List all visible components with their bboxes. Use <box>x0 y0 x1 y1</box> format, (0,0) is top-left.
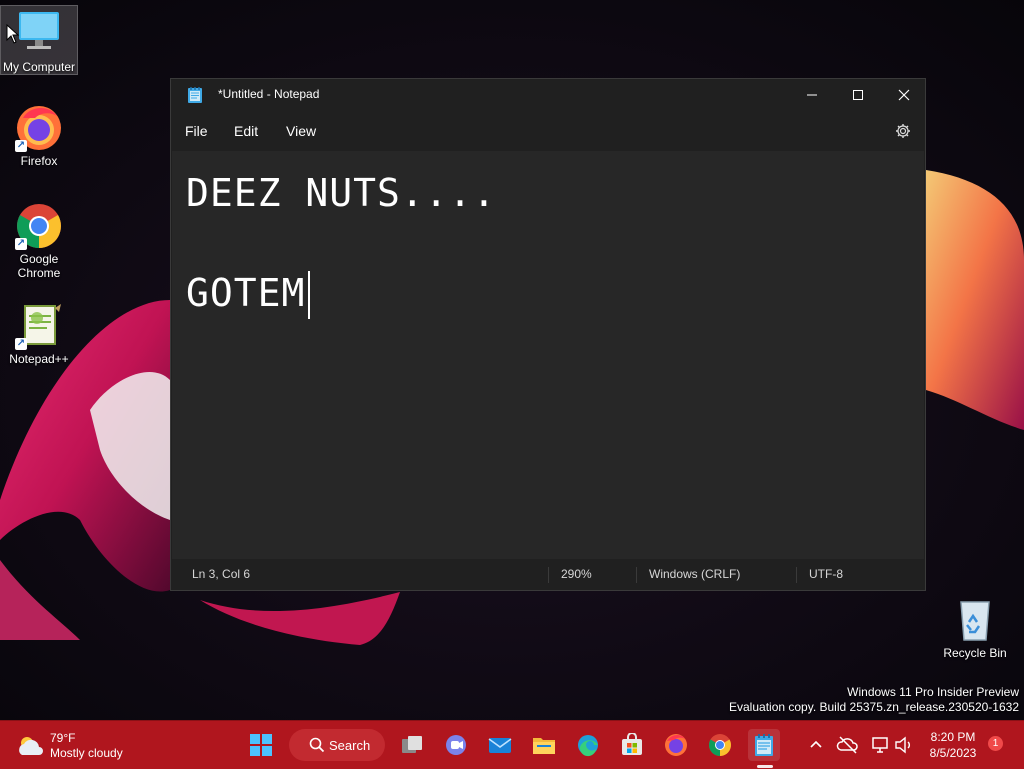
taskbar-task-view[interactable] <box>396 729 428 761</box>
recycle-bin-icon <box>951 596 999 644</box>
text-caret <box>308 271 310 319</box>
shortcut-arrow-icon: ↗ <box>15 338 27 350</box>
desktop-icon-label: Google Chrome <box>17 252 61 280</box>
notification-badge[interactable]: 1 <box>988 736 1003 751</box>
status-zoom: 290% <box>561 567 592 581</box>
taskbar-store[interactable] <box>616 729 648 761</box>
search-label: Search <box>329 738 371 753</box>
status-divider <box>796 567 797 583</box>
clock-date: 8/5/2023 <box>929 746 977 760</box>
teams-chat-icon <box>446 735 466 755</box>
menu-view[interactable]: View <box>280 115 322 147</box>
desktop-icon-google-chrome[interactable]: ↗ Google Chrome <box>1 202 77 280</box>
onedrive-offline-icon <box>836 736 858 754</box>
taskbar-edge[interactable] <box>572 729 604 761</box>
desktop-icon-firefox[interactable]: ↗ Firefox <box>1 104 77 168</box>
menu-edit[interactable]: Edit <box>228 115 264 147</box>
search-icon <box>309 737 325 753</box>
tray-overflow-chevron[interactable] <box>804 733 828 757</box>
store-icon <box>622 733 642 755</box>
watermark-line-1: Windows 11 Pro Insider Preview <box>847 685 1019 699</box>
desktop-icon-label: Recycle Bin <box>943 646 1007 660</box>
cloud-sun-icon <box>19 737 43 755</box>
weather-temp: 79°F <box>50 731 76 745</box>
status-divider <box>636 567 637 583</box>
editor-line-3: GOTEM <box>186 271 306 315</box>
taskbar-file-explorer[interactable] <box>528 729 560 761</box>
shortcut-arrow-icon: ↗ <box>15 238 27 250</box>
weather-condition: Mostly cloudy <box>50 746 123 760</box>
tray-network[interactable] <box>868 733 892 757</box>
edge-icon <box>578 735 598 757</box>
taskbar-mail[interactable] <box>484 729 516 761</box>
minimize-icon <box>807 94 817 96</box>
tray-onedrive[interactable] <box>836 733 860 757</box>
desktop-icon-label: Firefox <box>20 154 58 168</box>
maximize-icon <box>853 90 863 100</box>
maximize-button[interactable] <box>835 79 881 111</box>
taskbar-notepad[interactable] <box>748 729 780 761</box>
text-editor[interactable]: DEEZ NUTS.... GOTEM <box>172 151 924 559</box>
shortcut-arrow-icon: ↗ <box>15 140 27 152</box>
title-bar[interactable]: *Untitled - Notepad <box>171 79 925 111</box>
taskbar-chrome[interactable] <box>704 729 736 761</box>
watermark-line-2: Evaluation copy. Build 25375.zn_release.… <box>729 700 1019 714</box>
chevron-up-icon <box>810 740 822 748</box>
minimize-button[interactable] <box>789 79 835 111</box>
status-line-ending: Windows (CRLF) <box>649 567 741 581</box>
chrome-icon: ↗ <box>15 202 63 250</box>
monitor-icon <box>15 10 63 58</box>
desktop-icon-label: Notepad++ <box>9 352 69 366</box>
taskbar-clock[interactable]: 8:20 PM 8/5/2023 <box>916 729 990 761</box>
status-bar: Ln 3, Col 6 290% Windows (CRLF) UTF-8 <box>172 559 924 590</box>
notepadpp-icon: ↗ <box>15 302 63 350</box>
firefox-icon: ↗ <box>15 104 63 152</box>
desktop-icon-label: My Computer <box>2 60 76 74</box>
notepad-icon <box>188 87 202 103</box>
notepad-window[interactable]: *Untitled - Notepad File Edit View DEEZ … <box>170 78 926 591</box>
taskbar-search[interactable]: Search <box>289 729 385 761</box>
volume-icon <box>895 736 910 754</box>
windows-watermark: Windows 11 Pro Insider Preview Evaluatio… <box>729 685 1019 715</box>
network-icon <box>872 737 888 753</box>
window-title: *Untitled - Notepad <box>218 87 320 101</box>
taskbar-teams-chat[interactable] <box>440 729 472 761</box>
firefox-icon <box>665 734 687 756</box>
notepad-icon <box>755 734 773 756</box>
status-position: Ln 3, Col 6 <box>192 567 251 581</box>
editor-line-1: DEEZ NUTS.... <box>186 171 497 215</box>
taskbar-firefox[interactable] <box>660 729 692 761</box>
close-icon <box>898 89 910 101</box>
start-button[interactable] <box>245 729 277 761</box>
weather-widget[interactable]: 79°F Mostly cloudy <box>16 729 166 761</box>
tray-volume[interactable] <box>892 733 916 757</box>
settings-gear-icon[interactable] <box>895 123 911 139</box>
clock-time: 8:20 PM <box>930 730 976 744</box>
mail-icon <box>488 738 512 753</box>
status-encoding: UTF-8 <box>809 567 843 581</box>
task-view-icon <box>402 736 422 753</box>
status-divider <box>548 567 549 583</box>
desktop-icon-notepadpp[interactable]: ↗ Notepad++ <box>1 302 77 366</box>
windows-start-icon <box>250 734 272 756</box>
taskbar: 79°F Mostly cloudy Search 8:20 PM 8/5/20… <box>0 720 1024 769</box>
menu-file[interactable]: File <box>179 115 214 147</box>
file-explorer-icon <box>533 738 555 754</box>
close-button[interactable] <box>881 79 927 111</box>
chrome-icon <box>709 734 731 756</box>
mouse-cursor-icon <box>6 24 20 44</box>
desktop-icon-recycle-bin[interactable]: Recycle Bin <box>937 596 1013 660</box>
